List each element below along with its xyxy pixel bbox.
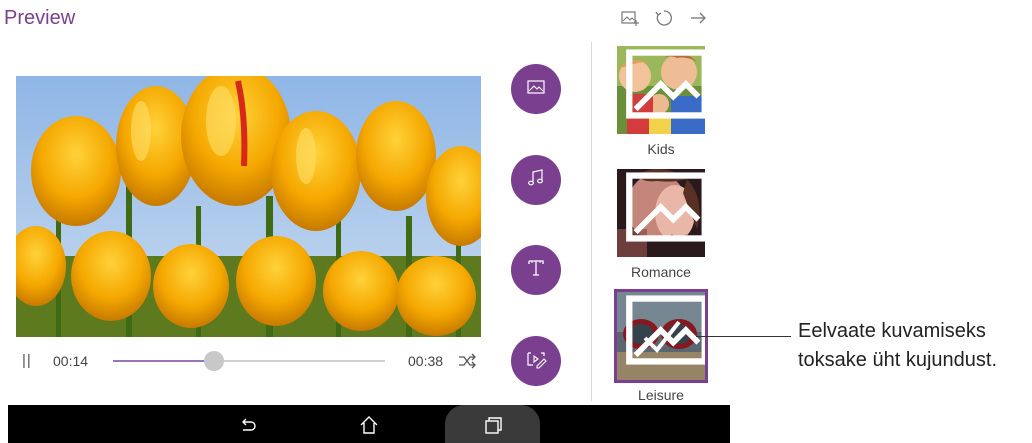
photo-count: 16	[623, 292, 705, 374]
add-photo-icon[interactable]	[620, 8, 640, 28]
back-icon[interactable]	[237, 414, 259, 436]
music-icon	[525, 167, 547, 194]
page-title: Preview	[4, 7, 76, 29]
video-preview[interactable]	[16, 76, 481, 337]
theme-label: Romance	[631, 264, 691, 280]
header-actions	[620, 8, 708, 28]
pause-icon[interactable]: ||	[22, 352, 32, 369]
callout-line	[696, 336, 791, 337]
shuffle-icon[interactable]	[456, 350, 478, 372]
current-time: 00:14	[53, 353, 89, 369]
theme-romance[interactable]: 27 Romance	[617, 169, 705, 280]
player-controls: || 00:14 00:38	[16, 346, 486, 376]
image-button[interactable]	[511, 64, 561, 114]
text-icon	[525, 257, 547, 284]
photo-count: 27	[623, 169, 705, 251]
theme-thumbnail: 12	[617, 46, 705, 134]
home-icon[interactable]	[358, 414, 380, 436]
theme-kids[interactable]: 12 Kids	[617, 46, 705, 157]
total-time: 00:38	[408, 353, 444, 369]
music-button[interactable]	[511, 155, 561, 205]
preview-screen: Preview || 00:14 00:38 Kids Romance Leis…	[0, 0, 730, 443]
panel-divider	[591, 42, 592, 401]
seek-bar-progress	[113, 360, 214, 362]
arrow-right-icon[interactable]	[688, 8, 708, 28]
theme-thumbnail: 16	[614, 289, 708, 383]
image-icon	[626, 295, 705, 365]
image-icon	[626, 49, 705, 119]
image-icon	[525, 76, 547, 103]
photo-count: 12	[623, 46, 705, 128]
system-navbar	[8, 405, 730, 443]
theme-leisure[interactable]: 16 Leisure	[614, 289, 708, 403]
seek-bar[interactable]	[113, 351, 385, 371]
edit-video-icon	[525, 348, 547, 375]
theme-thumbnail: 27	[617, 169, 705, 257]
recent-apps-icon[interactable]	[482, 414, 504, 436]
theme-label: Kids	[647, 141, 675, 157]
seek-thumb[interactable]	[203, 351, 224, 371]
theme-label: Leisure	[638, 387, 684, 403]
text-button[interactable]	[511, 245, 561, 295]
image-icon	[626, 172, 705, 242]
edit-video-button[interactable]	[511, 336, 561, 386]
callout-text: Eelvaate kuvamiseks toksake üht kujundus…	[798, 320, 998, 371]
refresh-icon[interactable]	[654, 8, 674, 28]
